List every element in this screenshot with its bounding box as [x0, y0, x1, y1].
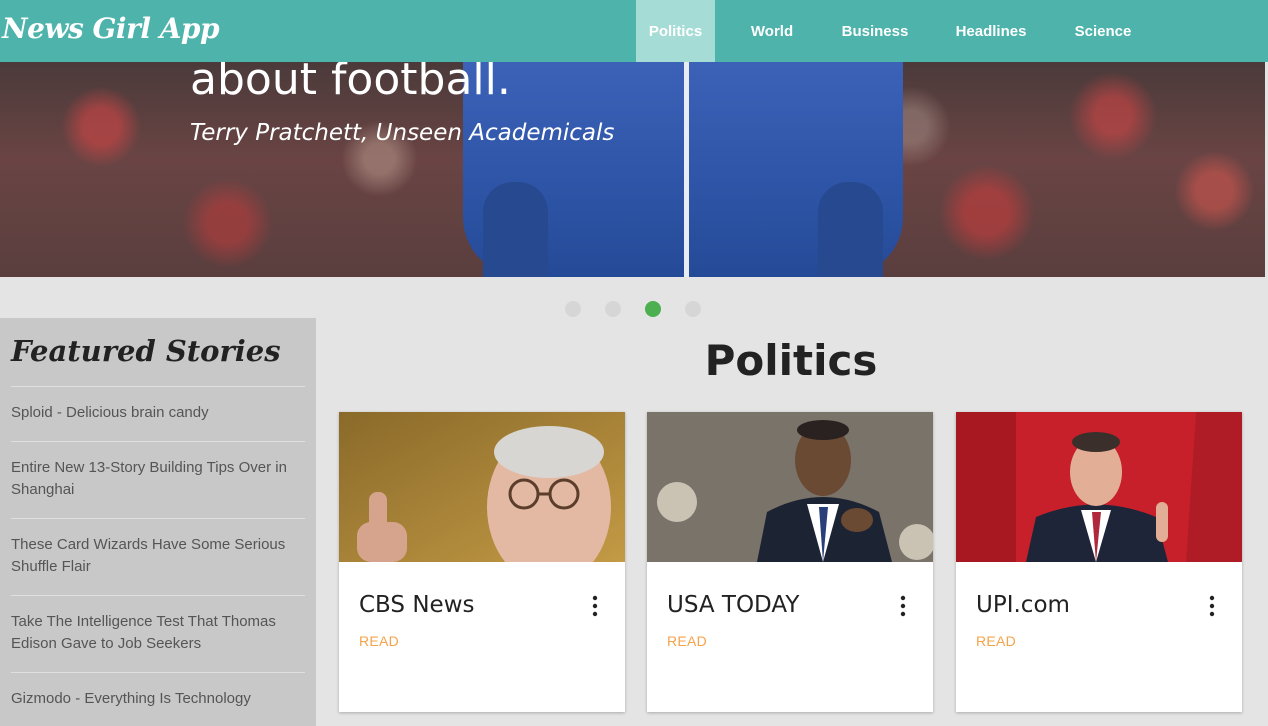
- featured-story-link[interactable]: Entire New 13-Story Building Tips Over i…: [11, 441, 305, 518]
- nav-item-science[interactable]: Science: [1061, 0, 1145, 62]
- card-title: USA TODAY: [667, 592, 800, 618]
- hero-slider: about football. Terry Pratchett, Unseen …: [0, 62, 1265, 277]
- read-link[interactable]: READ: [359, 633, 399, 649]
- hero-citation: Terry Pratchett, Unseen Academicals: [190, 120, 615, 146]
- read-link[interactable]: READ: [667, 633, 707, 649]
- section-title: Politics: [704, 336, 878, 385]
- more-vert-icon[interactable]: [1206, 595, 1218, 617]
- nav-item-headlines[interactable]: Headlines: [921, 0, 1061, 62]
- featured-stories-list: Sploid - Delicious brain candy Entire Ne…: [11, 386, 305, 726]
- card-title: CBS News: [359, 592, 475, 618]
- carousel-dot-4[interactable]: [685, 301, 701, 317]
- news-card: UPI.com READ: [956, 412, 1242, 712]
- news-card: CBS News READ: [339, 412, 625, 712]
- news-card: USA TODAY READ: [647, 412, 933, 712]
- sidebar-title: Featured Stories: [11, 334, 281, 368]
- hero-person-image: [463, 62, 903, 277]
- carousel-dot-1[interactable]: [565, 301, 581, 317]
- more-vert-icon[interactable]: [589, 595, 601, 617]
- featured-story-link[interactable]: Take The Intelligence Test That Thomas E…: [11, 595, 305, 672]
- more-vert-icon[interactable]: [897, 595, 909, 617]
- read-link[interactable]: READ: [976, 633, 1016, 649]
- featured-stories-sidebar: Featured Stories Sploid - Delicious brai…: [0, 318, 316, 726]
- carousel-dot-3[interactable]: [645, 301, 661, 317]
- featured-story-link[interactable]: These Card Wizards Have Some Serious Shu…: [11, 518, 305, 595]
- jacket-zipper: [684, 62, 689, 277]
- nav-item-politics[interactable]: Politics: [636, 0, 715, 62]
- nav-item-world[interactable]: World: [715, 0, 829, 62]
- carousel-dot-2[interactable]: [605, 301, 621, 317]
- main-nav: Politics World Business Headlines Scienc…: [636, 0, 1145, 62]
- nav-item-business[interactable]: Business: [829, 0, 921, 62]
- card-image: [339, 412, 625, 562]
- featured-story-link[interactable]: Gizmodo - Everything Is Technology: [11, 672, 305, 726]
- top-navbar: News Girl App Politics World Business He…: [0, 0, 1268, 62]
- card-image: [956, 412, 1242, 562]
- hero-quote: about football.: [190, 62, 511, 105]
- card-image: [647, 412, 933, 562]
- carousel-dots: [565, 301, 701, 317]
- card-title: UPI.com: [976, 592, 1070, 618]
- featured-story-link[interactable]: Sploid - Delicious brain candy: [11, 386, 305, 441]
- brand-logo[interactable]: News Girl App: [2, 12, 220, 45]
